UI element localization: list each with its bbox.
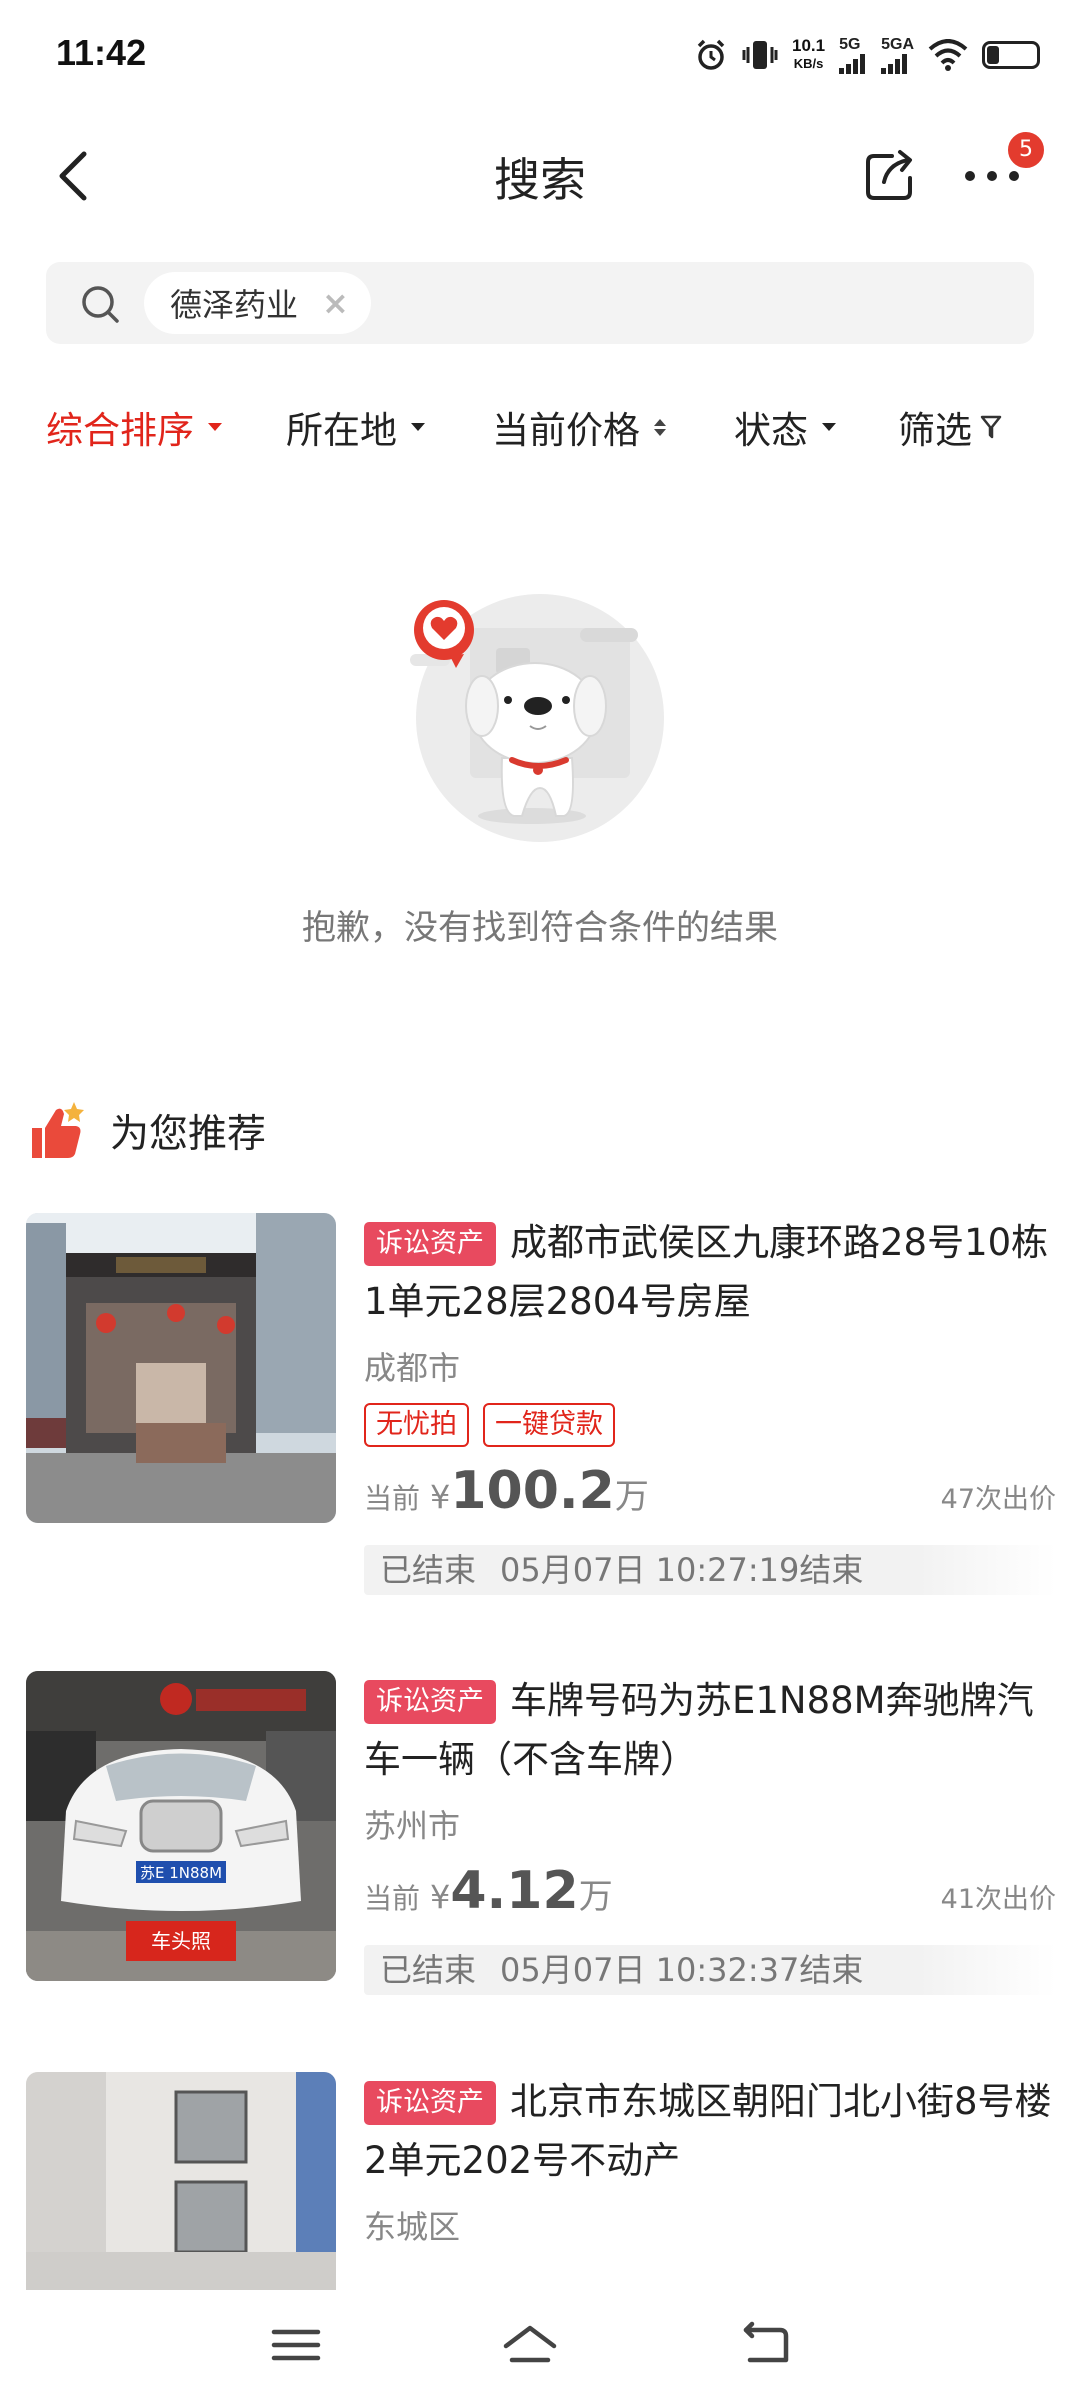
search-keyword: 德泽药业 [170, 286, 299, 324]
item-title-line: 诉讼资产 车牌号码为苏E1N88M奔驰牌汽车一辆（不含车牌） [364, 1671, 1056, 1789]
bid-count: 41次出价 [940, 1884, 1056, 1915]
network-speed: 10.1 KB/s [792, 37, 825, 73]
signal-label: 5G [839, 36, 861, 53]
system-navigation-bar [0, 2290, 1080, 2400]
search-keyword-chip[interactable]: 德泽药业 × [144, 272, 371, 334]
caret-down-icon [822, 423, 836, 431]
filter-sort-label: 综合排序 [46, 409, 194, 452]
bid-count: 47次出价 [940, 1484, 1056, 1515]
filter-status[interactable]: 状态 [734, 400, 836, 454]
thumbs-up-icon [32, 1102, 84, 1158]
filter-more-label: 筛选 [898, 409, 972, 452]
status-label: 已结束 [380, 1951, 477, 1989]
filter-price-label: 当前价格 [492, 409, 640, 452]
item-thumbnail[interactable] [26, 2072, 336, 2290]
pill-worry-free: 无忧拍 [364, 1403, 469, 1447]
signal-5g: 5G [839, 36, 867, 74]
wifi-icon [928, 39, 968, 71]
speed-unit: KB/s [793, 56, 824, 71]
pill-loan: 一键贷款 [483, 1403, 615, 1447]
end-time: 05月07日 10:32:37结束 [500, 1951, 864, 1989]
vibrate-icon [742, 41, 778, 69]
recommend-header: 为您推荐 [26, 1100, 266, 1162]
item-thumbnail[interactable] [26, 1213, 336, 1523]
item-title-line: 诉讼资产 北京市东城区朝阳门北小街8号楼2单元202号不动产 [364, 2072, 1056, 2190]
status-time: 11:42 [56, 32, 147, 73]
back-icon[interactable] [736, 2320, 796, 2370]
price-symbol: ¥ [430, 1878, 451, 1916]
filter-status-label: 状态 [734, 409, 808, 452]
item-info: 诉讼资产 北京市东城区朝阳门北小街8号楼2单元202号不动产 东城区 [364, 2072, 1056, 2248]
item-city: 成都市 [364, 1349, 461, 1387]
litigation-tag: 诉讼资产 [364, 1680, 496, 1724]
litigation-tag: 诉讼资产 [364, 1222, 496, 1266]
item-city: 苏州市 [364, 1807, 461, 1845]
sort-arrows-icon [654, 418, 666, 436]
recommend-title: 为您推荐 [110, 1112, 267, 1157]
price-row: 当前 ¥100.2万 47次出价 [364, 1461, 1056, 1527]
status-label: 已结束 [380, 1551, 477, 1589]
home-icon[interactable] [500, 2320, 560, 2370]
caret-down-icon [208, 423, 222, 431]
price-prefix: 当前 [364, 1882, 421, 1915]
price-row: 当前 ¥4.12万 41次出价 [364, 1861, 1056, 1927]
plate-text: 苏E 1N88M [140, 1864, 222, 1882]
list-item[interactable]: 苏E 1N88M 车头照 诉讼资产 车牌号码为苏E1N88M奔驰牌汽车一辆（不含车… [26, 1671, 1056, 2001]
alarm-icon [697, 39, 725, 70]
auction-status: 已结束 05月07日 10:27:19结束 [364, 1545, 1056, 1595]
item-info: 诉讼资产 成都市武侯区九康环路28号10栋1单元28层2804号房屋 成都市 无忧… [364, 1213, 1056, 1595]
litigation-tag: 诉讼资产 [364, 2081, 496, 2125]
filter-location-label: 所在地 [286, 409, 397, 452]
filter-location[interactable]: 所在地 [286, 400, 425, 454]
item-title-line: 诉讼资产 成都市武侯区九康环路28号10栋1单元28层2804号房屋 [364, 1213, 1056, 1331]
empty-state-illustration [410, 594, 664, 842]
filter-more[interactable]: 筛选 [898, 400, 1002, 454]
price-value: 4.12 [450, 1861, 579, 1921]
empty-state-message: 抱歉，没有找到符合条件的结果 [302, 908, 778, 948]
caret-down-icon [411, 423, 425, 431]
header: 搜索 5 [0, 120, 1080, 230]
page-title: 搜索 [494, 153, 586, 207]
signal-label: 5GA [881, 36, 914, 53]
battery-icon [982, 41, 1040, 69]
chip-close-icon[interactable]: × [322, 284, 349, 322]
list-item[interactable]: 诉讼资产 北京市东城区朝阳门北小街8号楼2单元202号不动产 东城区 [26, 2072, 1056, 2290]
share-icon[interactable] [862, 148, 918, 204]
list-item[interactable]: 诉讼资产 成都市武侯区九康环路28号10栋1单元28层2804号房屋 成都市 无忧… [26, 1213, 1056, 1603]
signal-bars-icon [881, 54, 908, 74]
status-icons: 10.1 KB/s 5G 5GA [694, 30, 1040, 80]
price-prefix: 当前 [364, 1482, 421, 1515]
status-bar: 11:42 10.1 KB/s 5G 5GA [0, 0, 1080, 110]
menu-icon[interactable] [266, 2320, 326, 2370]
end-time: 05月07日 10:27:19结束 [500, 1551, 864, 1589]
auction-status: 已结束 05月07日 10:32:37结束 [364, 1945, 1056, 1995]
item-thumbnail[interactable]: 苏E 1N88M 车头照 [26, 1671, 336, 1981]
funnel-icon [980, 415, 1002, 439]
filter-sort[interactable]: 综合排序 [46, 400, 222, 454]
item-city: 东城区 [364, 2208, 461, 2246]
item-info: 诉讼资产 车牌号码为苏E1N88M奔驰牌汽车一辆（不含车牌） 苏州市 当前 ¥4.1… [364, 1671, 1056, 1995]
filter-price[interactable]: 当前价格 [492, 400, 666, 454]
price-unit: 万 [578, 1877, 613, 1917]
search-box[interactable]: 德泽药业 × [46, 262, 1034, 344]
search-icon [82, 286, 119, 323]
speed-value: 10.1 [792, 36, 826, 55]
notification-badge: 5 [1006, 130, 1046, 170]
item-pills: 无忧拍 一键贷款 [364, 1403, 1056, 1447]
signal-bars-icon [839, 54, 866, 74]
image-caption: 车头照 [151, 1929, 211, 1953]
price-unit: 万 [614, 1477, 649, 1517]
price-value: 100.2 [450, 1461, 615, 1521]
price-symbol: ¥ [430, 1478, 451, 1516]
signal-5ga: 5GA [881, 36, 914, 74]
